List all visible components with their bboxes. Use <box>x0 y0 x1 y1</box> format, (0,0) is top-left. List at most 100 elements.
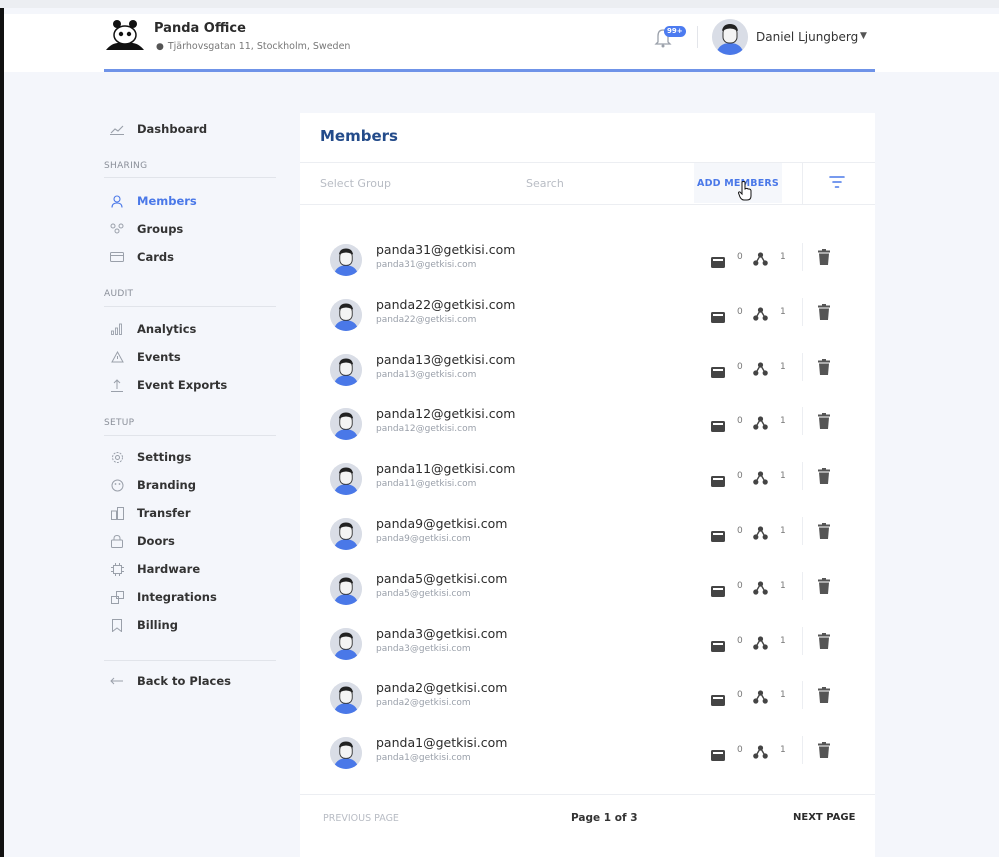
trash-icon[interactable] <box>818 577 830 594</box>
table-row[interactable]: panda9@getkisi.com panda9@getkisi.com 0 1 <box>300 513 875 553</box>
trash-icon[interactable] <box>818 249 830 265</box>
member-name[interactable]: panda5@getkisi.com <box>376 571 507 586</box>
member-email: panda12@getkisi.com <box>376 424 477 435</box>
card-count: 0 <box>737 252 743 262</box>
trash-icon[interactable] <box>818 303 830 320</box>
card-icon <box>711 582 725 597</box>
group-count: 1 <box>780 690 786 701</box>
section-divider <box>104 660 276 661</box>
sidebar-item-doors[interactable]: Doors <box>109 532 175 550</box>
group-icon <box>753 470 768 485</box>
sidebar-item-settings[interactable]: Settings <box>109 448 191 466</box>
sidebar-item-cards[interactable]: Cards <box>109 248 174 266</box>
sidebar-item-branding[interactable]: Branding <box>109 476 196 494</box>
group-count: 1 <box>780 252 786 262</box>
card-outline-icon <box>109 250 125 264</box>
card-divider <box>300 794 875 795</box>
lock-icon <box>109 534 125 548</box>
member-name[interactable]: panda13@getkisi.com <box>376 352 515 367</box>
table-row[interactable]: panda13@getkisi.com panda13@getkisi.com 0 1 <box>300 349 875 389</box>
sidebar-item-members[interactable]: Members <box>109 192 197 210</box>
members-card: Members Select Group Search ADD MEMBERS … <box>300 113 875 857</box>
user-avatar[interactable] <box>712 19 748 55</box>
sidebar-item-hardware[interactable]: Hardware <box>109 560 200 578</box>
card-divider <box>300 204 875 205</box>
member-name[interactable]: panda9@getkisi.com <box>376 516 507 531</box>
group-icon <box>753 415 768 430</box>
sidebar-item-event-exports[interactable]: Event Exports <box>109 376 227 394</box>
sidebar-item-label: Settings <box>137 450 192 464</box>
sidebar-item-label: Groups <box>137 222 184 236</box>
trash-icon[interactable] <box>818 632 830 649</box>
member-avatar <box>330 463 362 496</box>
org-address-text: Tjärhovsgatan 11, Stockholm, Sweden <box>167 41 351 52</box>
user-icon <box>109 194 125 208</box>
trash-icon[interactable] <box>818 687 830 704</box>
group-count: 1 <box>780 526 786 536</box>
next-page-button[interactable]: NEXT PAGE <box>793 812 855 823</box>
member-name[interactable]: panda1@getkisi.com <box>376 735 507 750</box>
chip-icon <box>109 562 125 576</box>
sidebar-item-dashboard[interactable]: Dashboard <box>109 120 207 138</box>
back-to-places-link[interactable]: Back to Places <box>109 672 231 690</box>
sidebar-item-transfer[interactable]: Transfer <box>109 504 191 522</box>
card-count: 0 <box>737 361 743 372</box>
table-row[interactable]: panda31@getkisi.com panda31@getkisi.com 0 1 <box>300 239 875 279</box>
app-root: Panda Office ● Tjärhovsgatan 11, Stockhol… <box>4 14 999 857</box>
arrow-left-icon <box>109 674 125 688</box>
sidebar-item-billing[interactable]: Billing <box>109 616 178 634</box>
member-avatar <box>330 353 362 386</box>
member-email: panda5@getkisi.com <box>376 588 471 599</box>
group-icon <box>753 306 768 321</box>
chevron-down-icon[interactable]: ▼ <box>860 31 867 41</box>
trash-icon[interactable] <box>818 468 830 485</box>
trash-icon[interactable] <box>818 742 830 759</box>
table-row[interactable]: panda3@getkisi.com panda3@getkisi.com 0 1 <box>300 623 875 663</box>
upload-icon <box>109 378 125 392</box>
gear-icon <box>109 450 125 464</box>
notification-badge: 99+ <box>664 26 686 37</box>
toolbar-divider <box>802 162 803 204</box>
user-avatar-icon <box>712 19 748 55</box>
trash-icon[interactable] <box>818 523 830 539</box>
filter-icon[interactable] <box>829 175 845 189</box>
member-name[interactable]: panda11@getkisi.com <box>376 461 515 476</box>
group-icon <box>753 580 768 595</box>
trash-icon[interactable] <box>818 358 830 375</box>
trash-icon[interactable] <box>818 413 830 430</box>
member-name[interactable]: panda12@getkisi.com <box>376 406 515 421</box>
sidebar-item-integrations[interactable]: Integrations <box>109 588 217 606</box>
card-icon <box>711 417 725 433</box>
member-name[interactable]: panda2@getkisi.com <box>376 680 507 695</box>
table-row[interactable]: panda12@getkisi.com panda12@getkisi.com 0 1 <box>300 403 875 443</box>
member-name[interactable]: panda31@getkisi.com <box>376 242 515 257</box>
section-label-audit: AUDIT <box>104 289 134 299</box>
warning-icon <box>109 350 125 364</box>
search-input[interactable]: Search <box>526 177 564 190</box>
sidebar-item-label: Analytics <box>137 322 197 336</box>
bookmark-icon <box>109 618 125 632</box>
sidebar-item-label: Doors <box>137 534 175 548</box>
group-count: 1 <box>780 635 786 646</box>
table-row[interactable]: panda22@getkisi.com panda22@getkisi.com 0 1 <box>300 294 875 334</box>
select-group-dropdown[interactable]: Select Group <box>320 177 391 190</box>
panda-logo-icon[interactable] <box>104 18 146 52</box>
group-count: 1 <box>780 306 786 317</box>
sidebar-item-analytics[interactable]: Analytics <box>109 320 196 338</box>
org-address: ● Tjärhovsgatan 11, Stockholm, Sweden <box>156 41 350 52</box>
table-row[interactable]: panda1@getkisi.com panda1@getkisi.com 0 1 <box>300 732 875 772</box>
table-row[interactable]: panda11@getkisi.com panda11@getkisi.com 0 1 <box>300 458 875 498</box>
member-name[interactable]: panda3@getkisi.com <box>376 626 507 641</box>
sidebar-item-groups[interactable]: Groups <box>109 220 183 238</box>
sidebar-item-events[interactable]: Events <box>109 348 181 366</box>
member-email: panda3@getkisi.com <box>376 643 471 654</box>
sidebar-item-label: Billing <box>137 618 178 632</box>
table-row[interactable]: panda5@getkisi.com panda5@getkisi.com 0 1 <box>300 568 875 608</box>
section-divider <box>104 435 276 436</box>
integrations-icon <box>109 590 125 604</box>
previous-page-button[interactable]: PREVIOUS PAGE <box>323 813 399 824</box>
card-icon <box>711 746 725 762</box>
table-row[interactable]: panda2@getkisi.com panda2@getkisi.com 0 1 <box>300 677 875 717</box>
member-name[interactable]: panda22@getkisi.com <box>376 297 515 312</box>
user-name[interactable]: Daniel Ljungberg <box>756 30 858 44</box>
